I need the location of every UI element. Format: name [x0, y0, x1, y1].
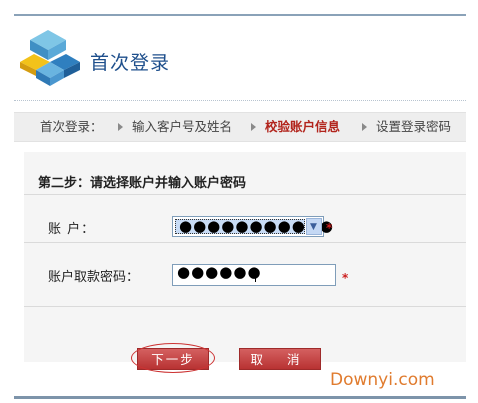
highlight-oval [131, 343, 215, 373]
cancel-button[interactable]: 取 消 [239, 348, 321, 370]
dropdown-button[interactable]: ▼ [306, 218, 322, 235]
breadcrumb-step-1: 首次登录： [40, 119, 103, 134]
account-select[interactable]: ●●●●●●●●●●● ▼ [172, 216, 333, 237]
password-masked-value: ●●●●●● [177, 263, 262, 281]
form-divider [24, 242, 466, 243]
bottom-border [14, 396, 466, 399]
required-asterisk: * [326, 221, 333, 235]
password-input[interactable]: ●●●●●● [172, 263, 336, 286]
chevron-down-icon: ▼ [310, 222, 317, 232]
breadcrumb-step-3-active: 校验账户信息 [265, 119, 341, 134]
form-divider [24, 194, 466, 195]
text-caret [255, 268, 256, 282]
next-step-button[interactable]: 下一步 [131, 343, 215, 373]
header-divider [14, 100, 466, 101]
top-border [14, 14, 466, 16]
breadcrumb-step-4: 设置登录密码 [376, 119, 452, 134]
step-breadcrumb: 首次登录： 输入客户号及姓名 校验账户信息 设置登录密码 [14, 112, 466, 142]
watermark-text: Downyi.com [330, 370, 435, 390]
form-divider [24, 306, 466, 307]
page-title: 首次登录 [90, 52, 171, 74]
account-label: 账 户： [48, 222, 96, 237]
breadcrumb-step-2: 输入客户号及姓名 [132, 119, 233, 134]
account-form-panel: 第二步：请选择账户并输入账户密码 账 户： ●●●●●●●●●●● ▼ * 账户… [24, 152, 466, 362]
form-heading: 第二步：请选择账户并输入账户密码 [38, 176, 247, 191]
required-asterisk: * [342, 271, 349, 285]
cancel-label: 取 消 [250, 352, 310, 367]
breadcrumb-arrow-icon [251, 123, 256, 131]
stacked-blocks-logo-icon [20, 30, 80, 86]
password-label: 账户取款密码： [48, 270, 140, 285]
account-select-value-area: ●●●●●●●●●●● [175, 217, 333, 235]
breadcrumb-arrow-icon [118, 123, 123, 131]
breadcrumb-arrow-icon [362, 123, 367, 131]
